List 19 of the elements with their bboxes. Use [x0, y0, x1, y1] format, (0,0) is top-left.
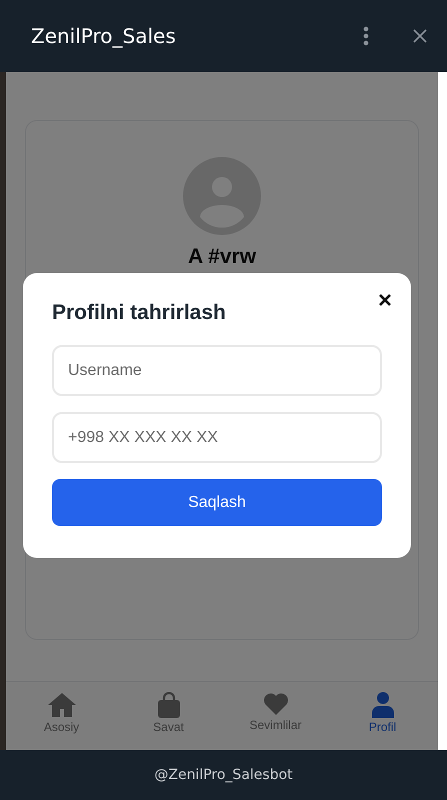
close-icon[interactable] [413, 29, 427, 43]
heart-icon [262, 692, 288, 716]
bot-username: @ZenilPro_Salesbot [154, 767, 293, 783]
close-button[interactable] [379, 294, 391, 306]
nav-tab[interactable]: Sevimlilar [226, 682, 326, 733]
input-field[interactable]: +998 XX XXX XX XX [52, 412, 382, 463]
more-icon[interactable] [363, 26, 369, 46]
window-title: ZenilPro_Sales [31, 24, 177, 48]
modal-title: Profilni tahrirlash [52, 301, 227, 325]
close-icon [379, 294, 391, 306]
bag-icon [156, 692, 180, 718]
home-icon [46, 692, 76, 718]
nav-tab[interactable]: Savat [118, 682, 218, 735]
input-field[interactable]: Username [52, 345, 382, 396]
save-button[interactable]: Saqlash [52, 479, 382, 526]
person-icon [372, 692, 394, 718]
nav-tab[interactable]: Asosiy [12, 682, 112, 735]
profile-name: A #vrw [188, 245, 256, 269]
nav-tab[interactable]: Profil [332, 682, 432, 735]
